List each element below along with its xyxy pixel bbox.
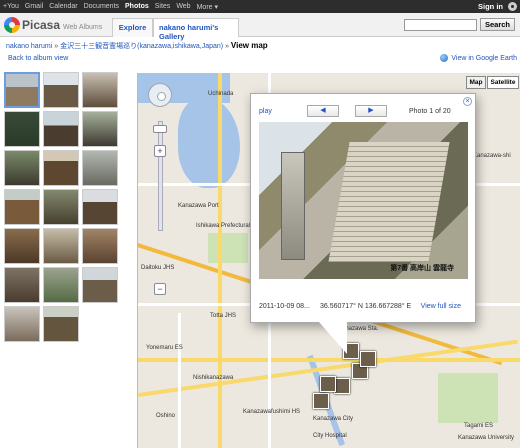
close-icon[interactable]: ×	[463, 97, 472, 106]
thumbnail[interactable]	[4, 306, 40, 342]
gbar-gmail[interactable]: Gmail	[22, 3, 46, 10]
sign-in-link[interactable]: Sign in	[478, 2, 503, 11]
picasa-logo[interactable]: Picasa Web Albums	[4, 17, 102, 33]
gbar-more[interactable]: More ▾	[194, 3, 221, 11]
map-label: Yonemaru ES	[146, 345, 183, 351]
zoom-handle[interactable]	[153, 125, 167, 133]
tab-gallery[interactable]: nakano harumi's Gallery	[153, 18, 239, 41]
map-label: City Hospital	[313, 433, 347, 439]
photo-marker[interactable]	[320, 376, 336, 392]
gbar-web[interactable]: Web	[173, 3, 193, 10]
photo-preview[interactable]: 第7番 高岸山 雲龍寺	[259, 122, 468, 279]
photo-info-window: play ◀ ▶ Photo 1 of 20 × 第7番 高岸山 雲龍寺 201…	[250, 93, 476, 323]
gbar-documents[interactable]: Documents	[81, 3, 122, 10]
view-full-size-link[interactable]: View full size	[421, 303, 461, 310]
google-bar: +You Gmail Calendar Documents Photos Sit…	[0, 0, 520, 13]
thumbnail[interactable]	[82, 228, 118, 264]
map-label: Nishikanazawa	[193, 375, 234, 381]
tab-explore[interactable]: Explore	[112, 18, 153, 37]
gbar-photos[interactable]: Photos	[122, 3, 152, 10]
thumbnail[interactable]	[82, 111, 118, 147]
zoom-in-icon[interactable]: +	[154, 145, 166, 157]
thumbnail[interactable]	[43, 189, 79, 225]
breadcrumb: nakano harumi » 金沢三十三観音霊場巡り(kanazawa,ish…	[6, 41, 268, 51]
lagoon	[178, 98, 240, 188]
thumbnail[interactable]	[43, 72, 79, 108]
map-label: Oshino	[156, 413, 176, 419]
picasa-logo-icon	[4, 17, 20, 33]
map-label: Totta JHS	[210, 313, 237, 319]
photo-marker[interactable]	[313, 393, 329, 409]
thumbnail[interactable]	[4, 267, 40, 303]
stone-monument	[281, 152, 305, 260]
info-window-tail	[319, 322, 347, 354]
next-photo-button[interactable]: ▶	[355, 105, 387, 117]
logo-subtitle: Web Albums	[63, 23, 103, 31]
thumbnail-grid	[4, 72, 122, 342]
gbar-calendar[interactable]: Calendar	[46, 3, 80, 10]
thumbnail[interactable]	[82, 72, 118, 108]
map-label: Kanazawa-shi	[473, 153, 511, 159]
thumbnail[interactable]	[4, 189, 40, 225]
photo-caption: 第7番 高岸山 雲龍寺	[390, 265, 454, 272]
map-label: Kanazawa University	[458, 435, 515, 441]
map-label: Tagami ES	[464, 423, 494, 429]
thumbnail[interactable]	[43, 228, 79, 264]
photo-date: 2011-10-09 08...	[259, 303, 310, 310]
major-road	[218, 73, 222, 448]
map-type-satellite-button[interactable]: Satellite	[487, 76, 519, 89]
search-input[interactable]	[404, 19, 477, 31]
thumbnail[interactable]	[82, 189, 118, 225]
thumbnail[interactable]	[82, 150, 118, 186]
photo-marker[interactable]	[360, 351, 376, 367]
photo-marker[interactable]	[334, 378, 350, 394]
breadcrumb-user[interactable]: nakano harumi	[6, 43, 52, 50]
zoom-out-icon[interactable]: −	[154, 283, 166, 295]
road	[178, 313, 181, 448]
breadcrumb-album[interactable]: 金沢三十三観音霊場巡り(kanazawa,ishikawa,Japan)	[60, 43, 223, 50]
logo-text: Picasa	[22, 18, 61, 32]
gbar-sites[interactable]: Sites	[152, 3, 174, 10]
thumbnail[interactable]	[43, 111, 79, 147]
thumbnail[interactable]	[4, 72, 40, 108]
thumbnail[interactable]	[4, 111, 40, 147]
gbar-you[interactable]: +You	[0, 3, 22, 10]
previous-photo-button[interactable]: ◀	[307, 105, 339, 117]
back-to-album-link[interactable]: Back to album view	[8, 55, 68, 62]
stone-stairs	[328, 142, 450, 262]
park-area	[208, 233, 248, 263]
photo-count: Photo 1 of 20	[409, 108, 451, 115]
photo-coordinates: 36.560717° N 136.667288° E	[320, 303, 412, 310]
thumbnail[interactable]	[4, 228, 40, 264]
map-label: Kanazawafushimi HS	[243, 409, 301, 415]
map-label: Kanazawa City	[313, 416, 354, 422]
globe-icon	[440, 54, 449, 62]
play-link[interactable]: play	[259, 108, 272, 115]
map-label: Kanazawa Port	[178, 203, 219, 209]
major-road	[138, 358, 520, 362]
thumbnail[interactable]	[43, 306, 79, 342]
thumbnail[interactable]	[43, 267, 79, 303]
thumbnail[interactable]	[43, 150, 79, 186]
page-title: View map	[230, 41, 268, 50]
google-earth-label: View in Google Earth	[451, 54, 517, 62]
zoom-slider[interactable]	[158, 121, 163, 231]
gear-icon[interactable]	[508, 2, 517, 11]
pan-control-icon[interactable]	[148, 83, 172, 107]
map-label: Uchinada	[208, 91, 234, 97]
map-label: Daitoku JHS	[141, 265, 175, 271]
map-type-map-button[interactable]: Map	[466, 76, 486, 89]
search-button[interactable]: Search	[480, 18, 515, 31]
thumbnail[interactable]	[4, 150, 40, 186]
google-earth-link[interactable]: View in Google Earth	[440, 54, 517, 62]
thumbnail[interactable]	[82, 267, 118, 303]
park-area	[438, 373, 498, 423]
